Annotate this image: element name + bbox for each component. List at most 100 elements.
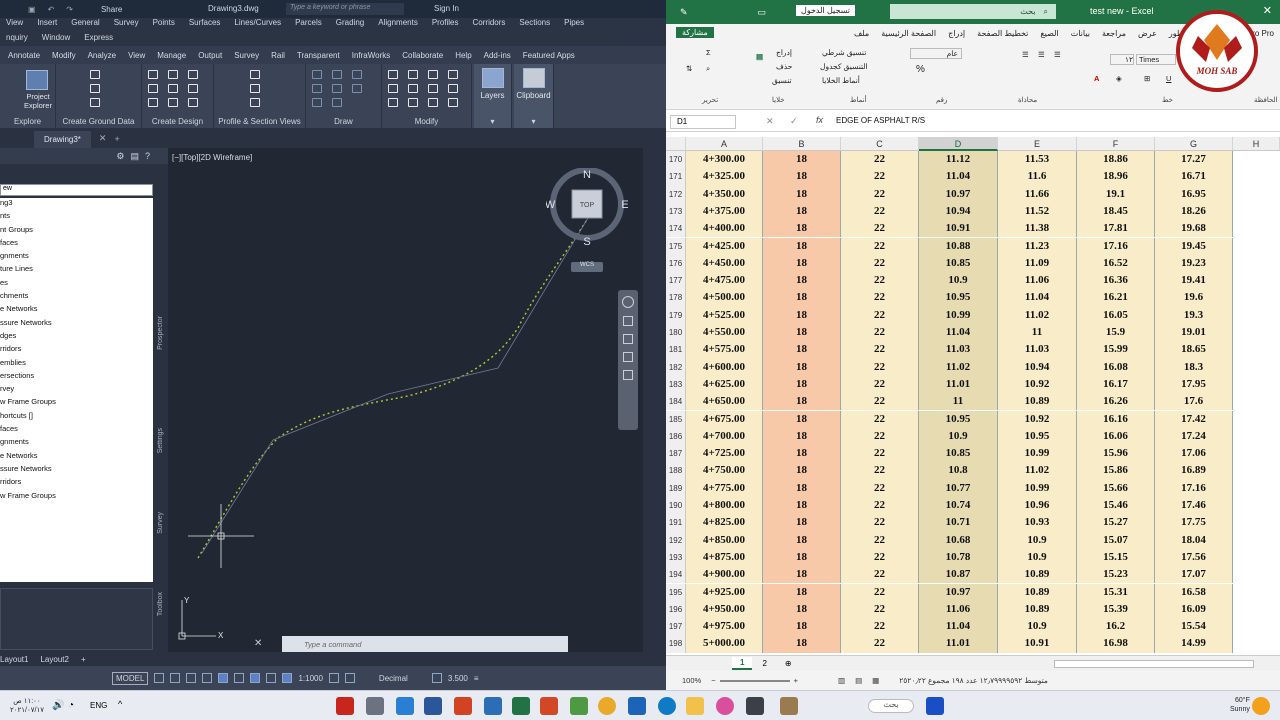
side-tab-prospector[interactable]: Prospector bbox=[157, 316, 164, 350]
tree-item[interactable]: es bbox=[0, 278, 153, 291]
percent-icon[interactable]: % bbox=[916, 64, 925, 75]
clipboard-icon[interactable] bbox=[523, 68, 545, 88]
cell-e[interactable]: 11.03 bbox=[998, 341, 1077, 359]
cell-h[interactable] bbox=[1233, 254, 1280, 273]
font-name-select[interactable]: Times bbox=[1136, 54, 1176, 65]
delete-cells-button[interactable]: حذف bbox=[776, 62, 792, 71]
stretch-icon[interactable] bbox=[388, 98, 398, 107]
ribbon-tab-featuredapps[interactable]: Featured Apps bbox=[523, 51, 575, 60]
offset-icon[interactable] bbox=[448, 98, 458, 107]
profile-icon[interactable] bbox=[148, 84, 158, 93]
find-select-icon[interactable]: ⌕ bbox=[706, 64, 710, 74]
cell-c[interactable]: 22 bbox=[841, 393, 919, 411]
cell-d[interactable]: 10.78 bbox=[919, 548, 998, 567]
row-header[interactable]: 192 bbox=[666, 531, 686, 549]
page-break-view-icon[interactable]: ▥ bbox=[838, 676, 845, 685]
row-header[interactable]: 188 bbox=[666, 462, 686, 480]
cell-g[interactable]: 16.71 bbox=[1155, 168, 1233, 186]
prospector-settings-icon[interactable]: ⚙ bbox=[116, 151, 124, 162]
cell-b[interactable]: 18 bbox=[763, 168, 841, 186]
cell-h[interactable] bbox=[1233, 462, 1280, 480]
cell-g[interactable]: 17.46 bbox=[1155, 497, 1233, 515]
cell-c[interactable]: 22 bbox=[841, 306, 919, 324]
menu-item-view[interactable]: View bbox=[6, 18, 23, 34]
column-header-e[interactable]: E bbox=[998, 137, 1077, 151]
cell-h[interactable] bbox=[1233, 600, 1280, 619]
cell-c[interactable]: 22 bbox=[841, 548, 919, 567]
parcel-icon[interactable] bbox=[168, 70, 178, 79]
cell-a[interactable]: 4+500.00 bbox=[686, 289, 763, 307]
ribbon-tab-manage[interactable]: Manage bbox=[157, 51, 186, 60]
share-button-excel[interactable]: مشاركة bbox=[676, 27, 714, 38]
cell-f[interactable]: 16.2 bbox=[1077, 618, 1155, 636]
cell-f[interactable]: 18.86 bbox=[1077, 151, 1155, 169]
add-layout-icon[interactable]: + bbox=[81, 655, 86, 664]
menu-item-sections[interactable]: Sections bbox=[519, 18, 550, 34]
cell-f[interactable]: 16.16 bbox=[1077, 410, 1155, 428]
cell-h[interactable] bbox=[1233, 393, 1280, 411]
row-header[interactable]: 183 bbox=[666, 375, 686, 394]
cell-f[interactable]: 19.1 bbox=[1077, 185, 1155, 203]
cell-h[interactable] bbox=[1233, 427, 1280, 446]
panel-label-explore[interactable]: Explore bbox=[0, 117, 55, 126]
row-header[interactable]: 184 bbox=[666, 393, 686, 411]
cell-b[interactable]: 18 bbox=[763, 635, 841, 653]
cell-f[interactable]: 15.31 bbox=[1077, 583, 1155, 601]
cell-d[interactable]: 10.97 bbox=[919, 583, 998, 601]
cell-a[interactable]: 4+400.00 bbox=[686, 220, 763, 238]
tree-item[interactable]: faces bbox=[0, 238, 153, 251]
panel-label-profile-section[interactable]: Profile & Section Views bbox=[214, 117, 305, 126]
cell-f[interactable]: 15.9 bbox=[1077, 324, 1155, 342]
annotation-visibility-icon[interactable] bbox=[282, 673, 293, 683]
cell-a[interactable]: 4+525.00 bbox=[686, 306, 763, 324]
feature-line-icon[interactable] bbox=[188, 98, 198, 107]
cell-d[interactable]: 11.04 bbox=[919, 324, 998, 342]
app-icon[interactable] bbox=[366, 697, 384, 715]
file-explorer-icon[interactable] bbox=[686, 697, 704, 715]
cell-d[interactable]: 10.9 bbox=[919, 427, 998, 446]
copy-icon[interactable] bbox=[388, 84, 398, 93]
cell-d[interactable]: 11.01 bbox=[919, 375, 998, 394]
viewcube-top-face[interactable]: TOP bbox=[580, 202, 595, 209]
cell-a[interactable]: 4+350.00 bbox=[686, 185, 763, 203]
format-cells-button[interactable]: تنسيق bbox=[772, 76, 792, 85]
clock[interactable]: ١١:٠٠ ص ٢٠٢١/٠٧/١٧ bbox=[10, 697, 44, 715]
cell-d[interactable]: 11.06 bbox=[919, 600, 998, 619]
layers-icon[interactable] bbox=[482, 68, 504, 88]
cell-b[interactable]: 18 bbox=[763, 566, 841, 584]
excel-tab[interactable]: ملف bbox=[854, 29, 869, 38]
rectangle-icon[interactable] bbox=[312, 98, 322, 107]
insert-cells-button[interactable]: إدراج bbox=[776, 48, 792, 57]
column-header-d[interactable]: D bbox=[919, 137, 998, 151]
layout-tab-2[interactable]: Layout2 bbox=[40, 655, 68, 664]
cell-a[interactable]: 4+675.00 bbox=[686, 410, 763, 428]
cell-c[interactable]: 22 bbox=[841, 358, 919, 376]
move-icon[interactable] bbox=[388, 70, 398, 79]
cell-b[interactable]: 18 bbox=[763, 341, 841, 359]
cell-a[interactable]: 4+800.00 bbox=[686, 497, 763, 515]
cell-a[interactable]: 4+950.00 bbox=[686, 600, 763, 619]
cell-d[interactable]: 10.99 bbox=[919, 306, 998, 324]
cell-g[interactable]: 17.95 bbox=[1155, 375, 1233, 394]
cell-b[interactable]: 18 bbox=[763, 324, 841, 342]
command-line[interactable]: Type a command bbox=[282, 636, 568, 652]
word-icon[interactable] bbox=[424, 697, 442, 715]
ribbon-tab-help[interactable]: Help bbox=[455, 51, 471, 60]
cell-c[interactable]: 22 bbox=[841, 566, 919, 584]
cell-g[interactable]: 19.01 bbox=[1155, 324, 1233, 342]
cell-b[interactable]: 18 bbox=[763, 272, 841, 290]
survey-icon[interactable] bbox=[90, 98, 100, 107]
cell-b[interactable]: 18 bbox=[763, 202, 841, 221]
cell-b[interactable]: 18 bbox=[763, 479, 841, 497]
panel-label-modify[interactable]: Modify bbox=[382, 117, 471, 126]
cell-d[interactable]: 10.68 bbox=[919, 531, 998, 549]
cell-e[interactable]: 11.38 bbox=[998, 220, 1077, 238]
column-header-h[interactable]: H bbox=[1233, 137, 1280, 151]
cell-b[interactable]: 18 bbox=[763, 583, 841, 601]
cell-h[interactable] bbox=[1233, 514, 1280, 532]
alignment-icon[interactable] bbox=[148, 70, 158, 79]
cell-f[interactable]: 15.99 bbox=[1077, 341, 1155, 359]
formula-input[interactable]: EDGE OF ASPHALT R/S bbox=[836, 115, 1276, 129]
excel-tab[interactable]: بيانات bbox=[1071, 29, 1090, 38]
volume-icon[interactable]: 🔊 bbox=[52, 700, 64, 711]
